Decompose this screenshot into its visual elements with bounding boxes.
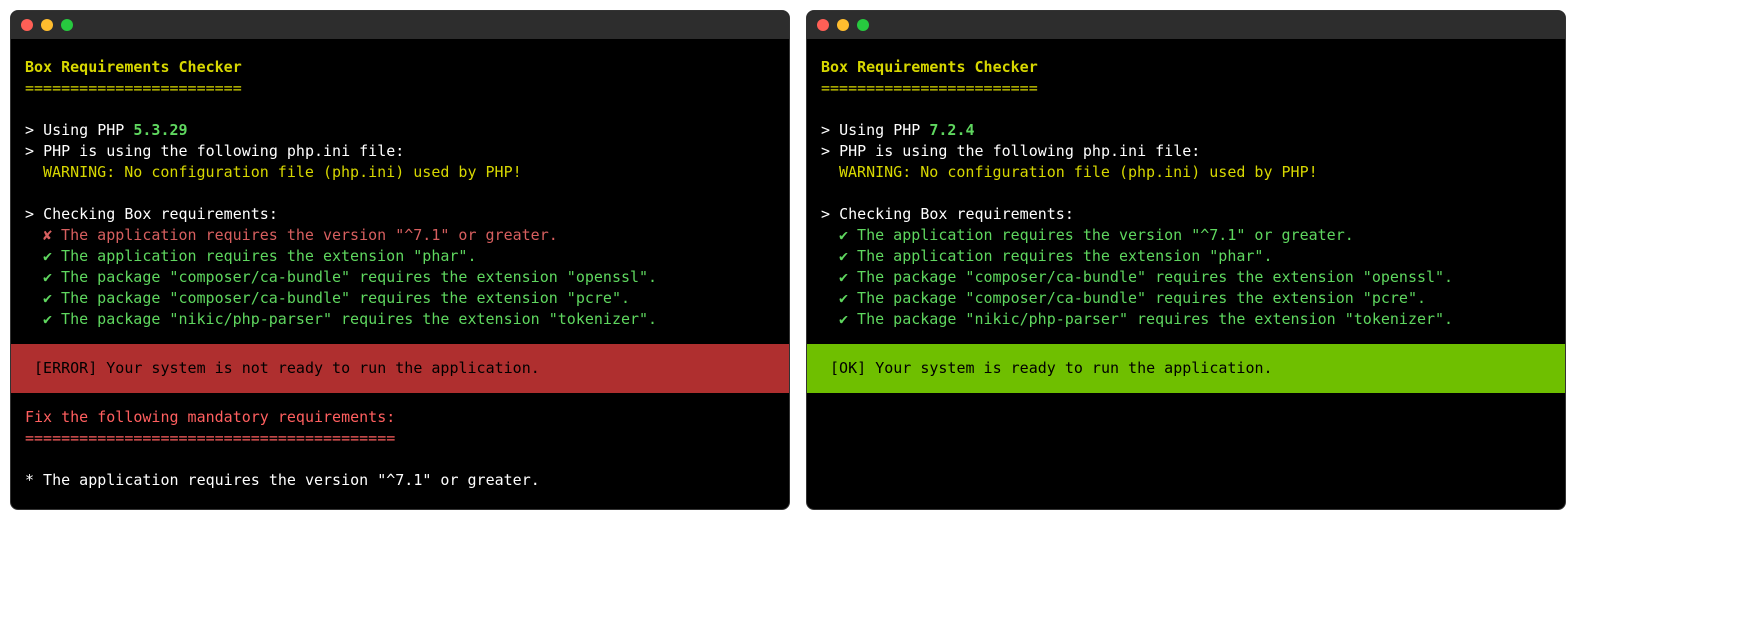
using-php-line: > Using PHP 7.2.4: [821, 120, 1551, 141]
checking-line: > Checking Box requirements:: [25, 204, 775, 225]
php-version: 5.3.29: [133, 121, 187, 139]
minimize-icon[interactable]: [837, 19, 849, 31]
check-text: The application requires the version "^7…: [52, 226, 558, 244]
check-text: The package "composer/ca-bundle" require…: [52, 268, 657, 286]
prompt-symbol: >: [25, 205, 34, 223]
close-icon[interactable]: [817, 19, 829, 31]
check-icon: ✔: [839, 310, 848, 328]
prompt-symbol: >: [821, 121, 830, 139]
php-ini-line: > PHP is using the following php.ini fil…: [821, 141, 1551, 162]
terminal-window-left: Box Requirements Checker ===============…: [10, 10, 790, 510]
status-label: [ERROR]: [34, 359, 97, 377]
check-icon: ✔: [43, 310, 52, 328]
check-text: The package "nikic/php-parser" requires …: [52, 310, 657, 328]
titlebar: [807, 11, 1565, 39]
check-item: ✔ The package "nikic/php-parser" require…: [821, 309, 1551, 330]
check-item: ✔ The application requires the extension…: [25, 246, 775, 267]
check-icon: ✔: [839, 226, 848, 244]
check-item: ✘ The application requires the version "…: [25, 225, 775, 246]
minimize-icon[interactable]: [41, 19, 53, 31]
fix-item: * The application requires the version "…: [25, 470, 775, 491]
check-text: The application requires the version "^7…: [848, 226, 1354, 244]
checking-label: Checking Box requirements:: [839, 205, 1074, 223]
check-text: The package "composer/ca-bundle" require…: [52, 289, 630, 307]
terminal-body-right: Box Requirements Checker ===============…: [807, 39, 1565, 425]
checking-line: > Checking Box requirements:: [821, 204, 1551, 225]
app-title: Box Requirements Checker: [821, 57, 1551, 78]
checks-list: ✔ The application requires the version "…: [821, 225, 1551, 330]
check-text: The application requires the extension "…: [848, 247, 1272, 265]
php-ini-line: > PHP is using the following php.ini fil…: [25, 141, 775, 162]
check-icon: ✔: [839, 289, 848, 307]
fix-header: Fix the following mandatory requirements…: [25, 407, 775, 428]
fix-items-list: * The application requires the version "…: [25, 470, 775, 491]
check-item: ✔ The application requires the extension…: [821, 246, 1551, 267]
check-item: ✔ The package "composer/ca-bundle" requi…: [821, 267, 1551, 288]
status-ok-banner: [OK] Your system is ready to run the app…: [807, 344, 1565, 393]
check-icon: ✔: [43, 268, 52, 286]
status-text: Your system is ready to run the applicat…: [875, 359, 1272, 377]
check-item: ✔ The application requires the version "…: [821, 225, 1551, 246]
terminal-body-left: Box Requirements Checker ===============…: [11, 39, 789, 509]
prompt-symbol: >: [25, 142, 34, 160]
app-title: Box Requirements Checker: [25, 57, 775, 78]
check-item: ✔ The package "composer/ca-bundle" requi…: [25, 267, 775, 288]
checking-label: Checking Box requirements:: [43, 205, 278, 223]
check-item: ✔ The package "composer/ca-bundle" requi…: [25, 288, 775, 309]
cross-icon: ✘: [43, 226, 52, 244]
check-item: ✔ The package "composer/ca-bundle" requi…: [821, 288, 1551, 309]
maximize-icon[interactable]: [857, 19, 869, 31]
prompt-symbol: >: [821, 142, 830, 160]
check-text: The package "nikic/php-parser" requires …: [848, 310, 1453, 328]
php-ini-text: PHP is using the following php.ini file:: [43, 142, 404, 160]
check-text: The package "composer/ca-bundle" require…: [848, 289, 1426, 307]
prompt-symbol: >: [821, 205, 830, 223]
check-item: ✔ The package "nikic/php-parser" require…: [25, 309, 775, 330]
title-underline: ========================: [25, 78, 775, 99]
fix-underline: ========================================…: [25, 428, 775, 449]
close-icon[interactable]: [21, 19, 33, 31]
titlebar: [11, 11, 789, 39]
php-ini-text: PHP is using the following php.ini file:: [839, 142, 1200, 160]
warning-line: WARNING: No configuration file (php.ini)…: [25, 162, 775, 183]
check-text: The package "composer/ca-bundle" require…: [848, 268, 1453, 286]
check-icon: ✔: [839, 247, 848, 265]
check-icon: ✔: [43, 289, 52, 307]
status-text: Your system is not ready to run the appl…: [106, 359, 539, 377]
using-php-label: Using PHP: [43, 121, 124, 139]
prompt-symbol: >: [25, 121, 34, 139]
php-version: 7.2.4: [929, 121, 974, 139]
check-text: The application requires the extension "…: [52, 247, 476, 265]
check-icon: ✔: [839, 268, 848, 286]
terminal-window-right: Box Requirements Checker ===============…: [806, 10, 1566, 510]
status-error-banner: [ERROR] Your system is not ready to run …: [11, 344, 789, 393]
using-php-line: > Using PHP 5.3.29: [25, 120, 775, 141]
checks-list: ✘ The application requires the version "…: [25, 225, 775, 330]
warning-line: WARNING: No configuration file (php.ini)…: [821, 162, 1551, 183]
title-underline: ========================: [821, 78, 1551, 99]
using-php-label: Using PHP: [839, 121, 920, 139]
status-label: [OK]: [830, 359, 866, 377]
check-icon: ✔: [43, 247, 52, 265]
maximize-icon[interactable]: [61, 19, 73, 31]
